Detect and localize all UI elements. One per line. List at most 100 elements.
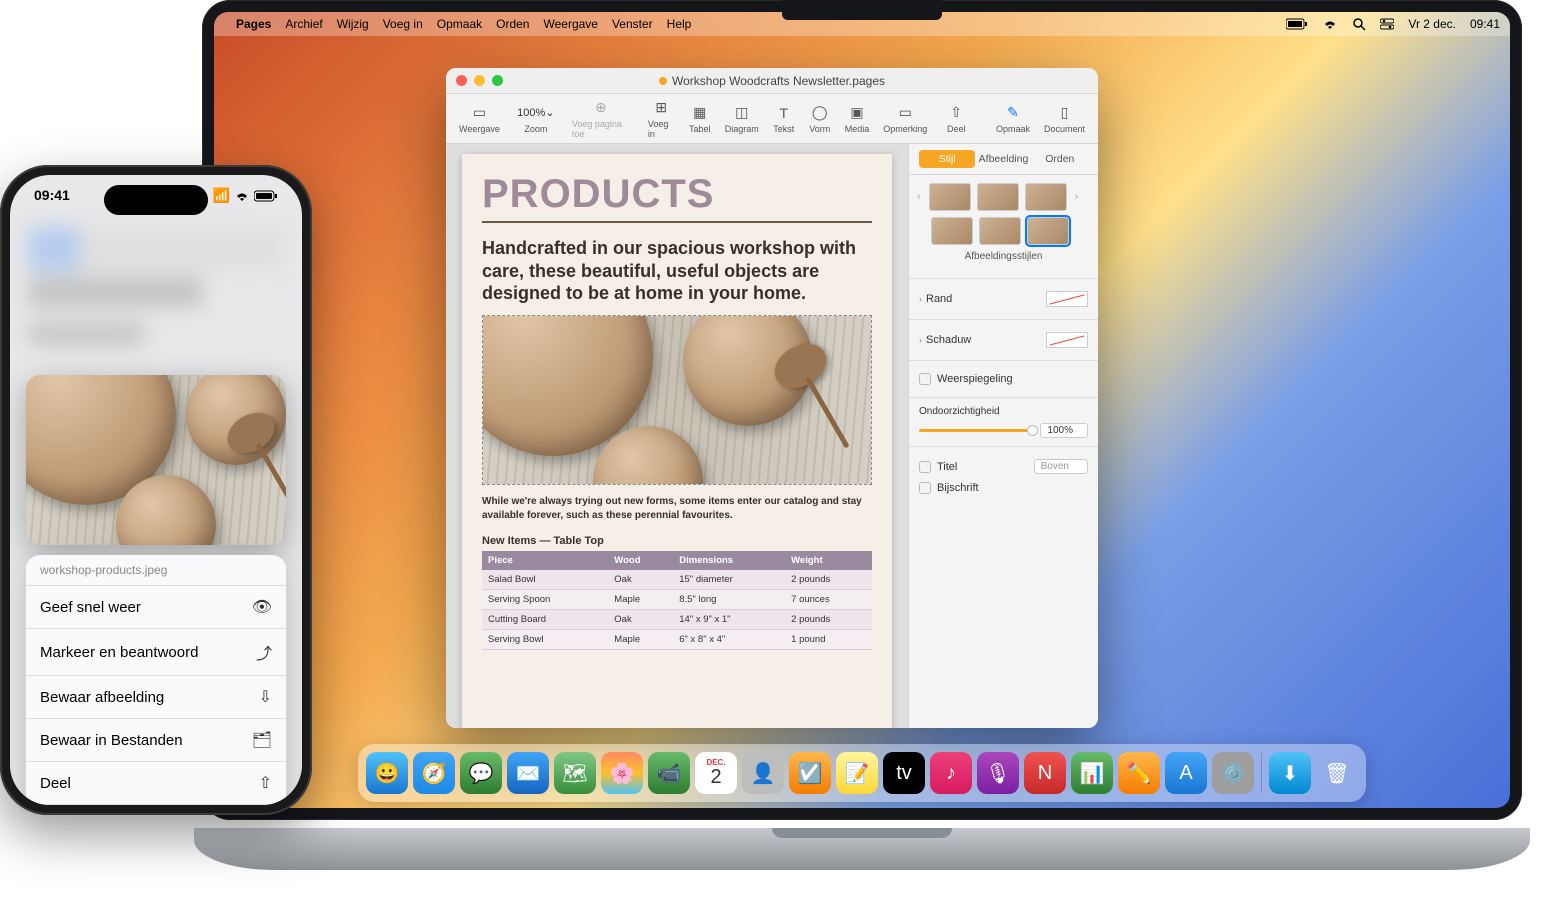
spotlight-icon[interactable] <box>1352 17 1366 31</box>
menubar-item-help[interactable]: Help <box>667 17 692 31</box>
table-cell[interactable]: Salad Bowl <box>482 570 608 590</box>
table-cell[interactable]: 14" x 9" x 1" <box>673 609 785 629</box>
image-style-thumb[interactable] <box>977 183 1019 211</box>
table-cell[interactable]: Serving Spoon <box>482 589 608 609</box>
table-header[interactable]: Weight <box>785 551 872 570</box>
toolbar-share[interactable]: ⇧Deel <box>940 104 972 134</box>
doc-heading[interactable]: PRODUCTS <box>482 172 872 223</box>
wifi-icon[interactable] <box>1322 18 1338 30</box>
toolbar-insert[interactable]: ⊞Voeg in <box>643 99 680 139</box>
dock-app-contacts[interactable]: 👤 <box>742 752 784 794</box>
image-style-thumb[interactable] <box>929 183 971 211</box>
doc-section-heading[interactable]: New Items — Table Top <box>482 535 872 547</box>
menubar-item-weergave[interactable]: Weergave <box>543 17 597 31</box>
doc-table[interactable]: Piece Wood Dimensions Weight Salad BowlO… <box>482 551 872 650</box>
document-canvas[interactable]: PRODUCTS Handcrafted in our spacious wor… <box>446 144 908 728</box>
context-menu-item[interactable]: Geef snel weer👁 <box>26 586 286 629</box>
dock-trash[interactable]: 🗑 <box>1316 752 1358 794</box>
toolbar-chart[interactable]: ◫Diagram <box>720 104 764 134</box>
dock-app-finder[interactable]: 😀 <box>366 752 408 794</box>
table-cell[interactable]: 8.5" long <box>673 589 785 609</box>
table-cell[interactable]: Cutting Board <box>482 609 608 629</box>
dock-app-tv[interactable]: tv <box>883 752 925 794</box>
zoom-button[interactable] <box>492 75 503 86</box>
styles-next-icon[interactable]: › <box>1073 191 1081 203</box>
minimize-button[interactable] <box>474 75 485 86</box>
table-cell[interactable]: 7 ounces <box>785 589 872 609</box>
doc-body-text[interactable]: While we're always trying out new forms,… <box>482 495 872 523</box>
table-cell[interactable]: 2 pounds <box>785 609 872 629</box>
menubar-time[interactable]: 09:41 <box>1470 17 1500 31</box>
context-menu-item[interactable]: Bewaar in Bestanden🗂 <box>26 719 286 762</box>
image-style-thumb-selected[interactable] <box>1027 217 1069 245</box>
window-titlebar[interactable]: Workshop Woodcrafts Newsletter.pages <box>446 68 1098 94</box>
reflection-checkbox[interactable] <box>919 373 931 385</box>
title-checkbox[interactable] <box>919 461 931 473</box>
toolbar-format[interactable]: ✎Opmaak <box>991 104 1035 134</box>
table-row[interactable]: Cutting BoardOak14" x 9" x 1"2 pounds <box>482 609 872 629</box>
dock-app-numbers[interactable]: 📊 <box>1071 752 1113 794</box>
table-cell[interactable]: 6" x 8" x 4" <box>673 629 785 649</box>
battery-icon[interactable] <box>1286 18 1308 30</box>
menubar-item-orden[interactable]: Orden <box>496 17 529 31</box>
border-swatch[interactable] <box>1046 291 1088 307</box>
dock-app-messages[interactable]: 💬 <box>460 752 502 794</box>
dock-app-notes[interactable]: 📝 <box>836 752 878 794</box>
dock-app-news[interactable]: N <box>1024 752 1066 794</box>
dock-app-safari[interactable]: 🧭 <box>413 752 455 794</box>
context-menu-item[interactable]: Deel⇧ <box>26 762 286 805</box>
dock-app-app-store[interactable]: A <box>1165 752 1207 794</box>
toolbar-media[interactable]: ▣Media <box>840 104 875 134</box>
table-cell[interactable]: Oak <box>608 570 673 590</box>
toolbar-add-page[interactable]: ⊕Voeg pagina toe <box>567 99 635 139</box>
table-cell[interactable]: Serving Bowl <box>482 629 608 649</box>
toolbar-comment[interactable]: ▭Opmerking <box>878 104 932 134</box>
control-center-icon[interactable] <box>1380 18 1394 30</box>
menubar-item-voegin[interactable]: Voeg in <box>383 17 423 31</box>
menubar-item-archief[interactable]: Archief <box>285 17 322 31</box>
menubar-item-wijzig[interactable]: Wijzig <box>337 17 369 31</box>
table-cell[interactable]: Oak <box>608 609 673 629</box>
inspector-reflection-row[interactable]: Weerspiegeling <box>919 369 1088 389</box>
title-position-select[interactable]: Boven <box>1034 459 1088 474</box>
doc-subheading[interactable]: Handcrafted in our spacious workshop wit… <box>482 237 872 305</box>
image-style-thumb[interactable] <box>1025 183 1067 211</box>
image-style-thumb[interactable] <box>979 217 1021 245</box>
toolbar-shape[interactable]: ◯Vorm <box>804 104 836 134</box>
table-cell[interactable]: 15" diameter <box>673 570 785 590</box>
dock-app-music[interactable]: ♪ <box>930 752 972 794</box>
dock-app-photos[interactable]: 🌸 <box>601 752 643 794</box>
table-cell[interactable]: 1 pound <box>785 629 872 649</box>
dock-app-podcasts[interactable]: 🎙 <box>977 752 1019 794</box>
menubar-app[interactable]: Pages <box>236 17 271 31</box>
table-cell[interactable]: 2 pounds <box>785 570 872 590</box>
image-style-thumb[interactable] <box>931 217 973 245</box>
table-cell[interactable]: Maple <box>608 589 673 609</box>
table-row[interactable]: Serving SpoonMaple8.5" long7 ounces <box>482 589 872 609</box>
toolbar-zoom[interactable]: 100% ⌄Zoom <box>509 104 563 134</box>
table-row[interactable]: Serving BowlMaple6" x 8" x 4"1 pound <box>482 629 872 649</box>
toolbar-text[interactable]: TTekst <box>768 104 800 134</box>
opacity-slider[interactable] <box>919 429 1034 432</box>
inspector-border-row[interactable]: ›Rand <box>919 287 1088 311</box>
inspector-tab-image[interactable]: Afbeelding <box>975 150 1031 168</box>
table-cell[interactable]: Maple <box>608 629 673 649</box>
styles-prev-icon[interactable]: ‹ <box>915 191 923 203</box>
dock-app-calendar[interactable]: DEC.2 <box>695 752 737 794</box>
inspector-tab-arrange[interactable]: Orden <box>1032 150 1088 168</box>
table-header[interactable]: Piece <box>482 551 608 570</box>
dock-downloads[interactable]: ⬇ <box>1269 752 1311 794</box>
doc-image-selected[interactable] <box>482 315 872 485</box>
menubar-date[interactable]: Vr 2 dec. <box>1408 17 1456 31</box>
inspector-tab-style[interactable]: Stijl <box>919 150 975 168</box>
iphone-image-preview[interactable] <box>26 375 286 545</box>
opacity-field[interactable]: 100% <box>1040 423 1088 438</box>
dock-app-pages[interactable]: ✏️ <box>1118 752 1160 794</box>
dock-app-mail[interactable]: ✉️ <box>507 752 549 794</box>
table-header[interactable]: Wood <box>608 551 673 570</box>
context-menu-item[interactable]: Bewaar afbeelding⇩ <box>26 676 286 719</box>
toolbar-document[interactable]: ▯Document <box>1039 104 1090 134</box>
menubar-item-venster[interactable]: Venster <box>612 17 653 31</box>
dock-app-reminders[interactable]: ☑️ <box>789 752 831 794</box>
menubar-item-opmaak[interactable]: Opmaak <box>437 17 482 31</box>
